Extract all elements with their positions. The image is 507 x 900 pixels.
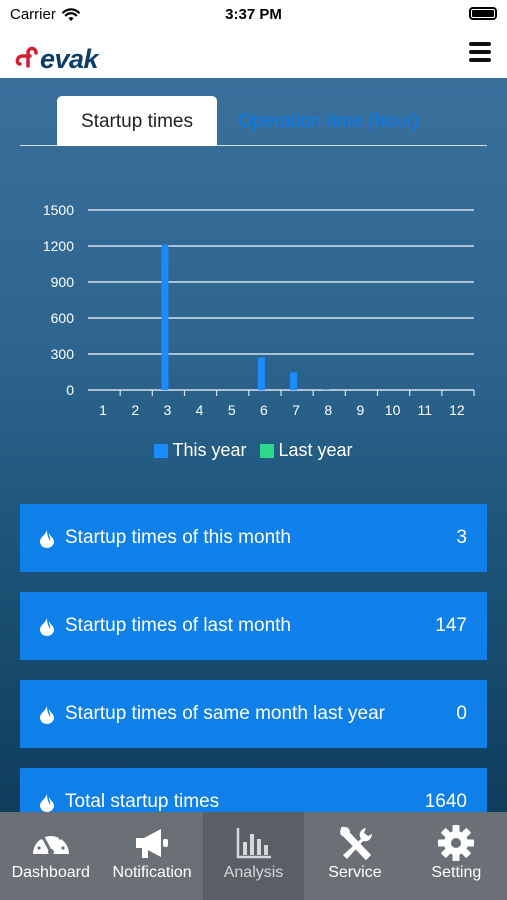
tab-bar: Startup times Operation time (hour) bbox=[20, 96, 487, 146]
legend-label-this-year: This year bbox=[172, 440, 247, 460]
flame-icon bbox=[40, 793, 54, 812]
nav-service[interactable]: Service bbox=[304, 812, 405, 900]
x-tick-label: 3 bbox=[164, 402, 172, 418]
bottom-tab-bar: Dashboard Notification Analysis Service bbox=[0, 812, 507, 900]
x-tick-label: 12 bbox=[449, 402, 465, 418]
nav-analysis[interactable]: Analysis bbox=[202, 812, 305, 900]
x-tick-label: 8 bbox=[324, 402, 332, 418]
x-tick-label: 1 bbox=[99, 402, 107, 418]
y-tick-label: 0 bbox=[66, 382, 74, 398]
nav-label: Notification bbox=[112, 864, 192, 881]
status-bar: Carrier 3:37 PM bbox=[0, 0, 507, 30]
clock: 3:37 PM bbox=[225, 6, 282, 23]
nav-label: Dashboard bbox=[11, 864, 90, 881]
y-tick-label: 900 bbox=[51, 274, 75, 290]
tools-icon bbox=[339, 826, 372, 861]
flame-icon bbox=[40, 617, 54, 636]
legend-swatch-this-year bbox=[154, 443, 169, 458]
x-tick-label: 11 bbox=[417, 402, 432, 418]
legend-label-last-year: Last year bbox=[278, 440, 353, 460]
battery-icon bbox=[469, 7, 497, 20]
card-value: 147 bbox=[435, 615, 467, 636]
legend-item-this-year[interactable]: This year bbox=[154, 440, 246, 461]
bar-this-year bbox=[161, 244, 169, 390]
x-tick-label: 9 bbox=[357, 402, 365, 418]
x-tick-label: 5 bbox=[228, 402, 236, 418]
bar-chart-icon bbox=[236, 828, 271, 859]
speedometer-icon bbox=[32, 832, 69, 855]
logo: evak bbox=[14, 34, 99, 74]
nav-label: Setting bbox=[431, 864, 482, 881]
y-tick-label: 300 bbox=[51, 346, 75, 362]
hamburger-menu-icon[interactable] bbox=[469, 42, 491, 62]
bar-this-year bbox=[290, 372, 298, 390]
nav-label: Analysis bbox=[223, 864, 284, 881]
megaphone-icon bbox=[136, 829, 169, 858]
card-last-month[interactable]: Startup times of last month 147 bbox=[20, 592, 487, 660]
bar-this-year bbox=[257, 357, 265, 390]
nav-setting[interactable]: Setting bbox=[406, 812, 507, 900]
legend-swatch-last-year bbox=[260, 443, 275, 458]
card-value: 3 bbox=[456, 527, 467, 548]
tab-startup-times[interactable]: Startup times bbox=[57, 96, 217, 146]
nav-label: Service bbox=[328, 864, 382, 881]
chart-legend: This year Last year bbox=[0, 440, 507, 461]
flame-icon bbox=[40, 705, 54, 724]
card-value: 0 bbox=[456, 703, 467, 724]
y-tick-label: 600 bbox=[51, 310, 75, 326]
card-label: Startup times of last month bbox=[65, 615, 291, 636]
app-header: evak bbox=[0, 30, 507, 78]
nav-notification[interactable]: Notification bbox=[101, 812, 202, 900]
analysis-screen: Startup times Operation time (hour) 0 300… bbox=[0, 78, 507, 812]
card-label: Total startup times bbox=[65, 791, 220, 812]
legend-item-last-year[interactable]: Last year bbox=[260, 440, 353, 461]
y-tick-label: 1500 bbox=[43, 202, 74, 218]
card-label: Startup times of this month bbox=[65, 527, 291, 548]
card-value: 1640 bbox=[424, 791, 467, 812]
card-same-month-last-year[interactable]: Startup times of same month last year 0 bbox=[20, 680, 487, 748]
x-tick-label: 4 bbox=[196, 402, 204, 418]
y-tick-label: 1200 bbox=[43, 238, 74, 254]
x-tick-label: 7 bbox=[292, 402, 300, 418]
flame-icon bbox=[40, 529, 54, 548]
gear-icon bbox=[438, 825, 475, 861]
x-tick-label: 2 bbox=[131, 402, 139, 418]
startup-bar-chart: 0300600900120015001 2 3 4 5 6 7 8 9 10 11 12 bbox=[43, 202, 475, 418]
logo-text: evak bbox=[40, 44, 99, 74]
card-total[interactable]: Total startup times 1640 bbox=[20, 768, 487, 812]
x-tick-label: 6 bbox=[260, 402, 268, 418]
nav-dashboard[interactable]: Dashboard bbox=[0, 812, 101, 900]
x-tick-label: 10 bbox=[385, 402, 401, 418]
card-label: Startup times of same month last year bbox=[65, 703, 385, 724]
tab-operation-time[interactable]: Operation time (hour) bbox=[238, 96, 458, 146]
card-this-month[interactable]: Startup times of this month 3 bbox=[20, 504, 487, 572]
